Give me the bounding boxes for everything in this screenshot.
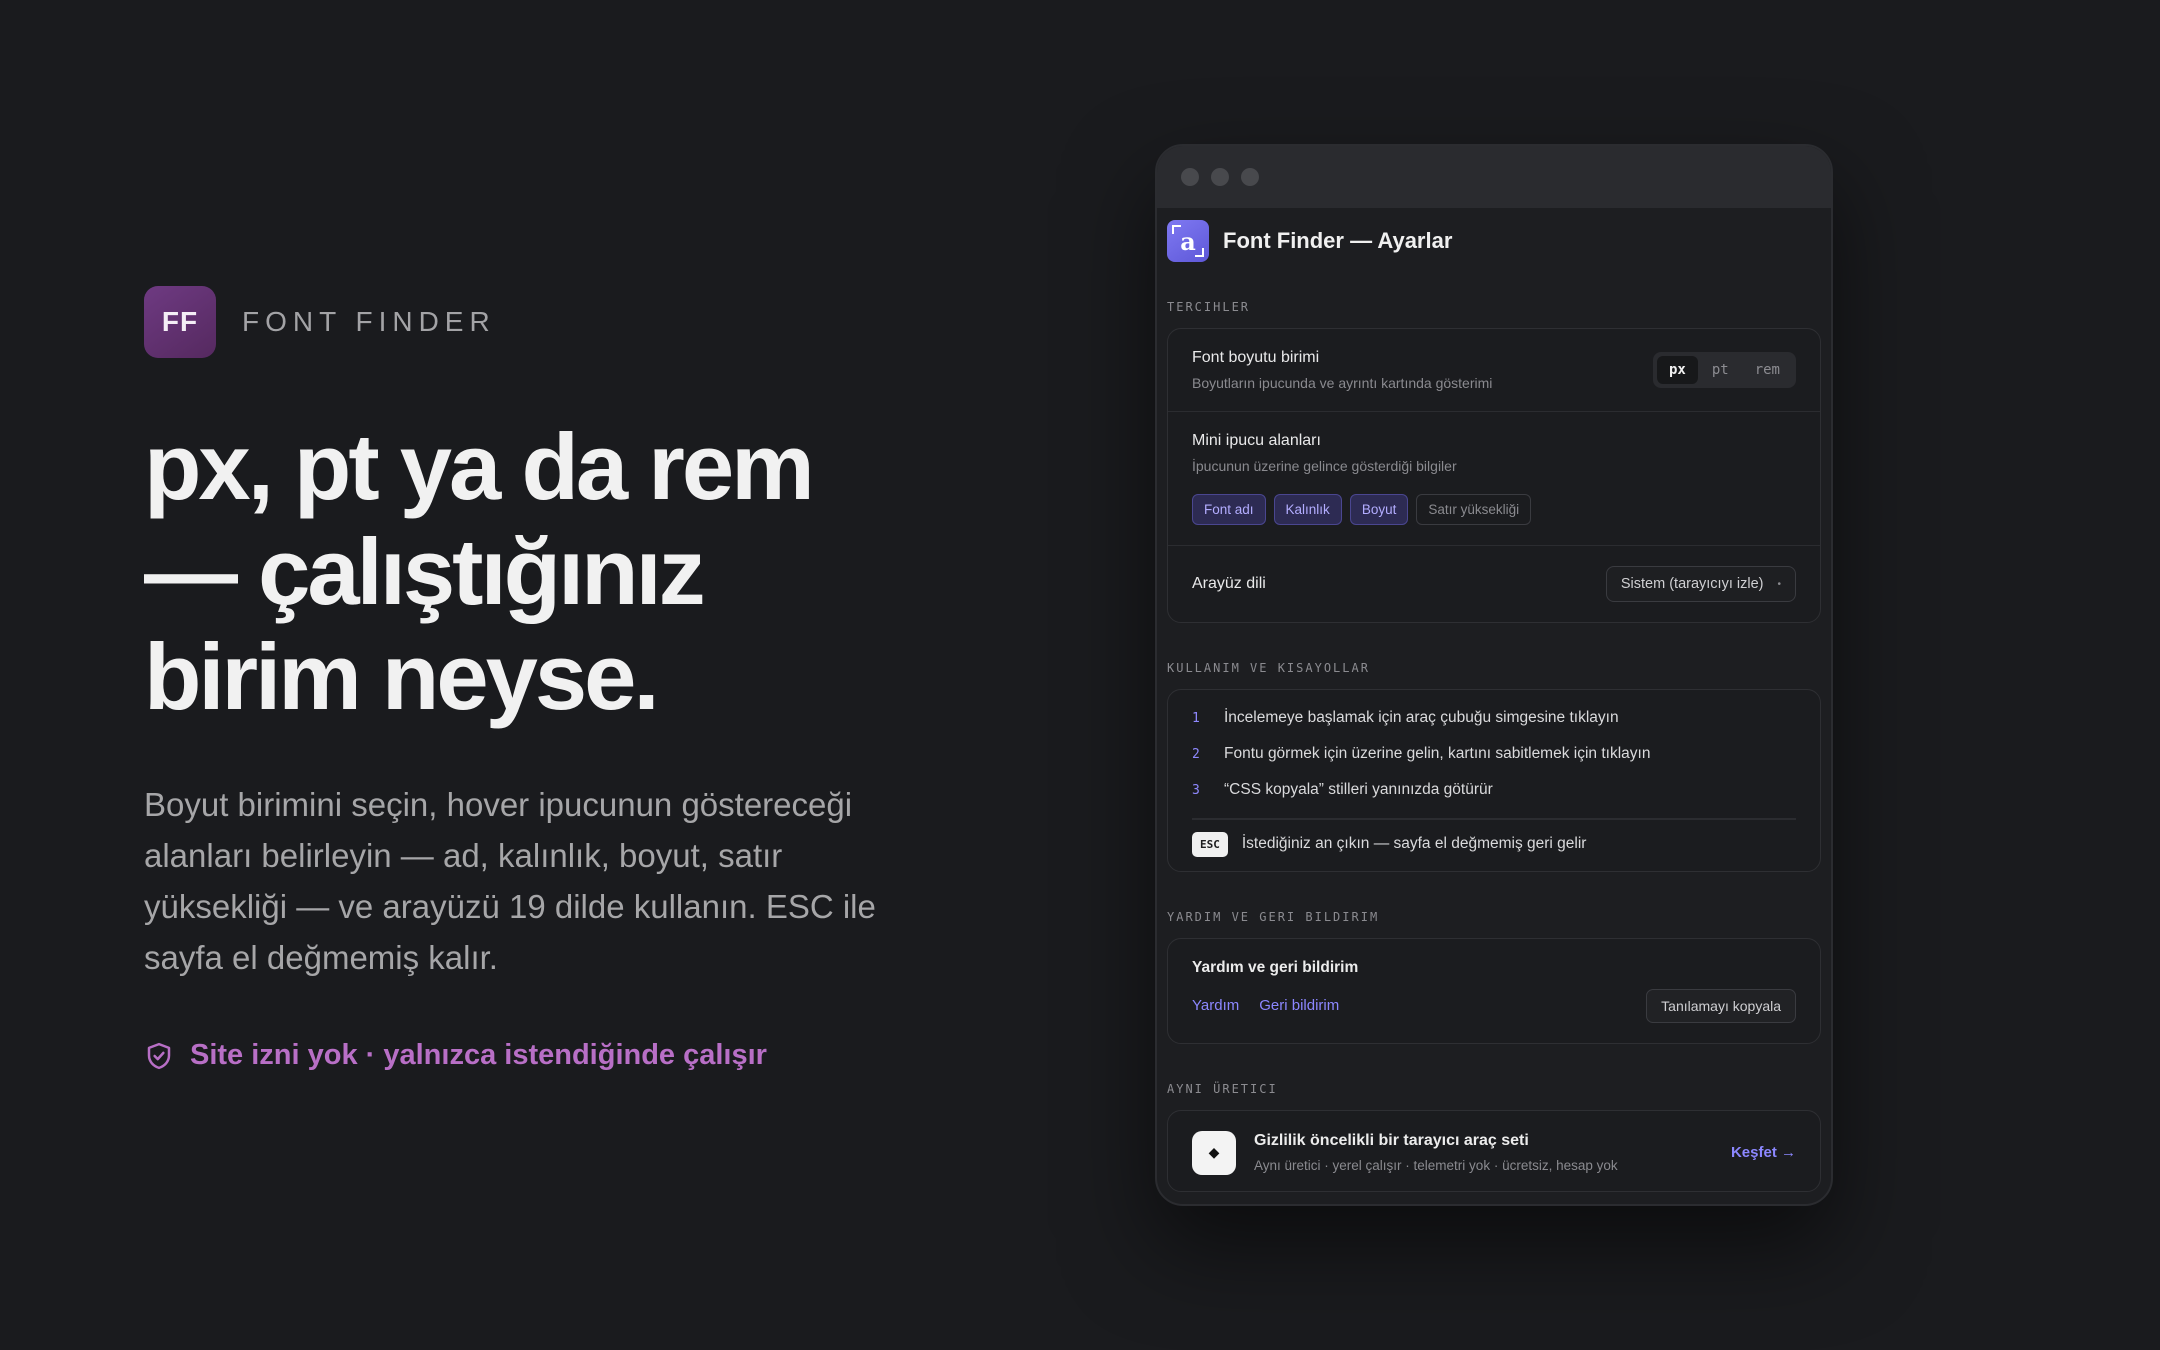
lede: Boyut birimini seçin, hover ipucunun gös… bbox=[144, 786, 876, 976]
headline: px, pt ya da rem — çalıştığınız birim ne… bbox=[144, 414, 904, 729]
headline-line: px, pt ya da rem bbox=[144, 414, 815, 519]
app-header: a Font Finder — Ayarlar bbox=[1157, 208, 1831, 262]
list-item: 3 “CSS kopyala” stilleri yanınızda götür… bbox=[1192, 772, 1796, 808]
permission-note: Site izni yok · yalnızca istendiğinde ça… bbox=[144, 1039, 904, 1072]
app-icon: a bbox=[1167, 220, 1209, 262]
chip-font-name[interactable]: Font adı bbox=[1192, 494, 1266, 525]
section-label-help: YARDIM VE GERI BILDIRIM bbox=[1167, 909, 1380, 924]
language-select[interactable]: Sistem (tarayıcıyı izle) • bbox=[1605, 566, 1796, 602]
unit-desc: Boyutların ipucunda ve ayrıntı kartında … bbox=[1192, 375, 1493, 391]
tooltip-fields-title: Mini ipucu alanları bbox=[1192, 432, 1321, 449]
language-select-value: Sistem (tarayıcıyı izle) bbox=[1620, 576, 1764, 592]
explore-link[interactable]: Keşfet → bbox=[1731, 1144, 1796, 1161]
window-titlebar bbox=[1157, 146, 1831, 208]
list-item: 1 İncelemeye başlamak için araç çubuğu s… bbox=[1192, 700, 1796, 736]
maker-subtitle: Aynı üretici · yerel çalışır · telemetri… bbox=[1254, 1158, 1618, 1173]
tooltip-fields-row: Mini ipucu alanları İpucunun üzerine gel… bbox=[1168, 412, 1820, 546]
list-item: 2 Fontu görmek için üzerine gelin, kartı… bbox=[1192, 736, 1796, 772]
language-title: Arayüz dili bbox=[1192, 575, 1266, 592]
language-row: Arayüz dili Sistem (tarayıcıyı izle) • bbox=[1168, 546, 1820, 622]
window-minimize-dot[interactable] bbox=[1211, 168, 1229, 186]
unit-segmented-control: px pt rem bbox=[1652, 352, 1796, 388]
unit-option-px[interactable]: px bbox=[1656, 356, 1698, 384]
window-close-dot[interactable] bbox=[1181, 168, 1199, 186]
maker-text: Gizlilik öncelikli bir tarayıcı araç set… bbox=[1254, 1132, 1713, 1173]
chip-line-height[interactable]: Satır yüksekliği bbox=[1416, 494, 1532, 525]
esc-shortcut-row: ESC İstediğiniz an çıkın — sayfa el değm… bbox=[1192, 831, 1796, 857]
chevron-down-icon: • bbox=[1777, 578, 1781, 590]
brand: FF FONT FINDER bbox=[144, 286, 904, 358]
unit-title: Font boyutu birimi bbox=[1192, 349, 1320, 366]
esc-key: ESC bbox=[1192, 831, 1228, 857]
preferences-card: Font boyutu birimi Boyutların ipucunda v… bbox=[1167, 328, 1821, 623]
brand-logo: FF bbox=[144, 286, 216, 358]
section-label-preferences: TERCIHLER bbox=[1167, 300, 1251, 314]
help-title: Yardım ve geri bildirim bbox=[1192, 958, 1359, 976]
unit-option-rem[interactable]: rem bbox=[1743, 356, 1792, 384]
hero: FF FONT FINDER px, pt ya da rem — çalışt… bbox=[144, 286, 904, 1072]
tooltip-field-chips: Font adı Kalınlık Boyut Satır yüksekliği bbox=[1192, 494, 1796, 525]
esc-text: İstediğiniz an çıkın — sayfa el değmemiş… bbox=[1241, 835, 1587, 852]
headline-line: birim neyse. bbox=[144, 624, 660, 729]
unit-row: Font boyutu birimi Boyutların ipucunda v… bbox=[1168, 329, 1820, 412]
step-number: 3 bbox=[1192, 782, 1200, 798]
diamond-icon: ◆ bbox=[1192, 1130, 1236, 1175]
headline-line: — çalıştığınız bbox=[144, 519, 706, 624]
shield-check-icon bbox=[147, 1042, 171, 1069]
divider bbox=[1192, 818, 1796, 820]
copy-diagnostics-button[interactable]: Tanılamayı kopyala bbox=[1646, 988, 1796, 1023]
section-label-usage: KULLANIM VE KISAYOLLAR bbox=[1167, 661, 1370, 675]
tooltip-fields-desc: İpucunun üzerine gelince gösterdiği bilg… bbox=[1192, 458, 1457, 474]
brand-name: FONT FINDER bbox=[242, 306, 496, 337]
step-text: Fontu görmek için üzerine gelin, kartını… bbox=[1224, 745, 1651, 762]
chip-size[interactable]: Boyut bbox=[1349, 494, 1409, 525]
step-number: 2 bbox=[1192, 746, 1200, 762]
usage-card: 1 İncelemeye başlamak için araç çubuğu s… bbox=[1167, 689, 1821, 872]
permission-text: Site izni yok · yalnızca istendiğinde ça… bbox=[190, 1039, 767, 1071]
unit-option-pt[interactable]: pt bbox=[1700, 356, 1741, 384]
usage-steps: 1 İncelemeye başlamak için araç çubuğu s… bbox=[1168, 690, 1820, 871]
maker-card: ◆ Gizlilik öncelikli bir tarayıcı araç s… bbox=[1167, 1109, 1821, 1192]
help-link[interactable]: Yardım bbox=[1192, 997, 1239, 1014]
settings-window: a Font Finder — Ayarlar TERCIHLER Font b… bbox=[1155, 144, 1833, 1206]
chip-weight[interactable]: Kalınlık bbox=[1273, 494, 1342, 525]
step-text: “CSS kopyala” stilleri yanınızda götürür bbox=[1224, 781, 1493, 798]
maker-title: Gizlilik öncelikli bir tarayıcı araç set… bbox=[1254, 1132, 1529, 1149]
section-label-maker: AYNI ÜRETICI bbox=[1167, 1081, 1278, 1096]
window-zoom-dot[interactable] bbox=[1241, 168, 1259, 186]
step-text: İncelemeye başlamak için araç çubuğu sim… bbox=[1224, 709, 1619, 726]
app-title: Font Finder — Ayarlar bbox=[1223, 228, 1453, 253]
step-number: 1 bbox=[1192, 710, 1200, 726]
help-card: Yardım ve geri bildirim Yardım Geri bild… bbox=[1167, 937, 1821, 1044]
feedback-link[interactable]: Geri bildirim bbox=[1259, 997, 1339, 1014]
help-actions: Yardım Geri bildirim Tanılamayı kopyala bbox=[1192, 988, 1796, 1023]
help-links: Yardım Geri bildirim bbox=[1192, 997, 1339, 1014]
